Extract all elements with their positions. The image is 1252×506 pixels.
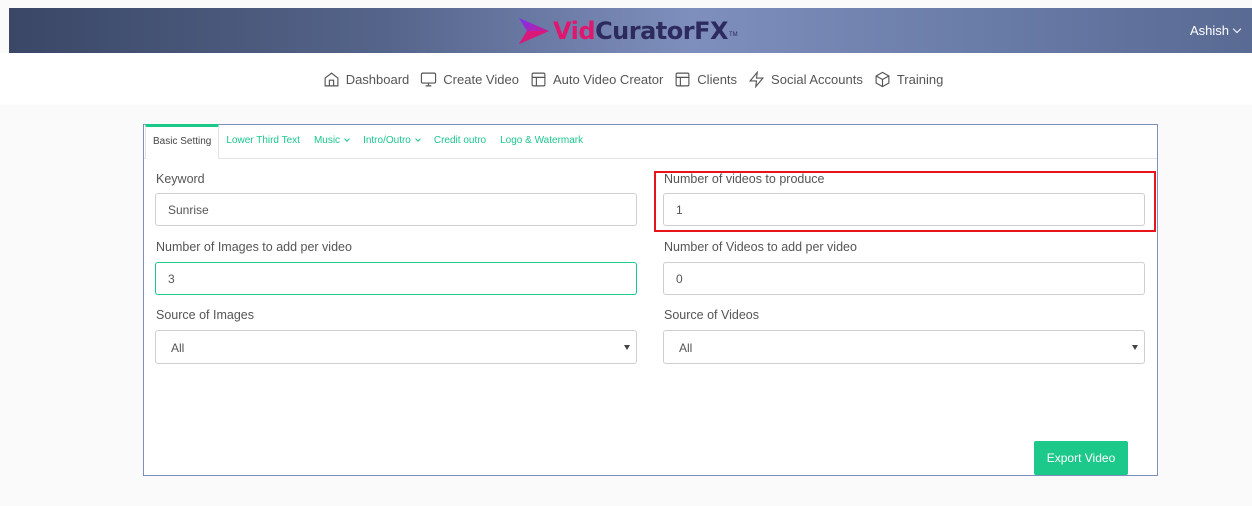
layout-icon	[531, 72, 546, 86]
chevron-down-icon	[344, 136, 350, 142]
nav-label: Create Video	[443, 71, 519, 87]
top-header: VidCuratorFX TM Ashish	[9, 8, 1252, 53]
num-videos-add-label: Number of Videos to add per video	[664, 240, 857, 254]
page: VidCuratorFX TM Ashish Dashboard Create …	[0, 0, 1252, 506]
num-images-input[interactable]: 3	[155, 262, 637, 295]
tab-music[interactable]: Music	[307, 135, 356, 158]
tab-intro-outro[interactable]: Intro/Outro	[356, 135, 427, 158]
monitor-icon	[421, 72, 437, 86]
keyword-input[interactable]: Sunrise	[155, 193, 637, 226]
chevron-down-icon	[415, 136, 421, 142]
export-video-button[interactable]: Export Video	[1034, 441, 1128, 475]
nav-item-create-video[interactable]: Create Video	[420, 71, 519, 88]
settings-tabs: Basic Setting Lower Third Text Music Int…	[144, 124, 1157, 159]
logo-text-vid: Vid	[553, 17, 596, 45]
nav-item-dashboard[interactable]: Dashboard	[323, 71, 410, 88]
nav-label: Clients	[697, 71, 738, 87]
tab-label: Logo & Watermark	[500, 135, 584, 146]
logo-play-icon	[519, 18, 549, 44]
tab-credit-outro[interactable]: Credit outro	[427, 135, 493, 158]
box-icon	[875, 71, 890, 87]
tab-label: Credit outro	[433, 135, 487, 146]
select-value: All	[679, 341, 693, 355]
home-icon	[324, 71, 339, 86]
tab-basic-setting[interactable]: Basic Setting	[145, 124, 220, 159]
caret-down-icon	[1132, 345, 1138, 350]
tab-logo-watermark[interactable]: Logo & Watermark	[493, 135, 590, 158]
logo-trademark: TM	[729, 32, 738, 38]
caret-down-icon	[624, 345, 630, 350]
source-videos-select[interactable]: All	[663, 330, 1145, 364]
nav-label: Dashboard	[345, 71, 410, 87]
tab-label: Intro/Outro	[363, 135, 411, 146]
user-name: Ashish	[1189, 23, 1229, 38]
tab-label: Basic Setting	[153, 136, 212, 147]
nav-label: Auto Video Creator	[552, 71, 664, 87]
tab-label: Music	[313, 135, 341, 146]
logo-text-rest: CuratorFX	[595, 17, 728, 45]
app-logo[interactable]: VidCuratorFX TM	[517, 16, 738, 46]
layout-icon	[675, 72, 690, 86]
nav-item-clients[interactable]: Clients	[674, 71, 737, 88]
source-images-label: Source of Images	[156, 308, 254, 322]
zap-icon	[748, 70, 765, 88]
nav-item-social-accounts[interactable]: Social Accounts	[748, 70, 863, 88]
num-images-label: Number of Images to add per video	[156, 240, 352, 254]
user-menu[interactable]: Ashish	[1189, 23, 1242, 38]
nav-label: Social Accounts	[771, 71, 863, 87]
nav-item-auto-video-creator[interactable]: Auto Video Creator	[530, 71, 663, 88]
tab-label: Lower Third Text	[226, 135, 300, 146]
chevron-down-icon	[1232, 24, 1242, 34]
source-images-select[interactable]: All	[155, 330, 637, 364]
num-videos-add-input[interactable]: 0	[663, 262, 1145, 295]
nav-item-training[interactable]: Training	[874, 71, 943, 88]
keyword-label: Keyword	[156, 172, 205, 186]
highlight-box	[654, 171, 1156, 232]
tab-lower-third-text[interactable]: Lower Third Text	[219, 135, 307, 158]
select-value: All	[171, 341, 185, 355]
source-videos-label: Source of Videos	[664, 308, 759, 322]
nav-label: Training	[896, 71, 944, 87]
main-nav: Dashboard Create Video Auto Video Creato…	[0, 53, 1252, 105]
